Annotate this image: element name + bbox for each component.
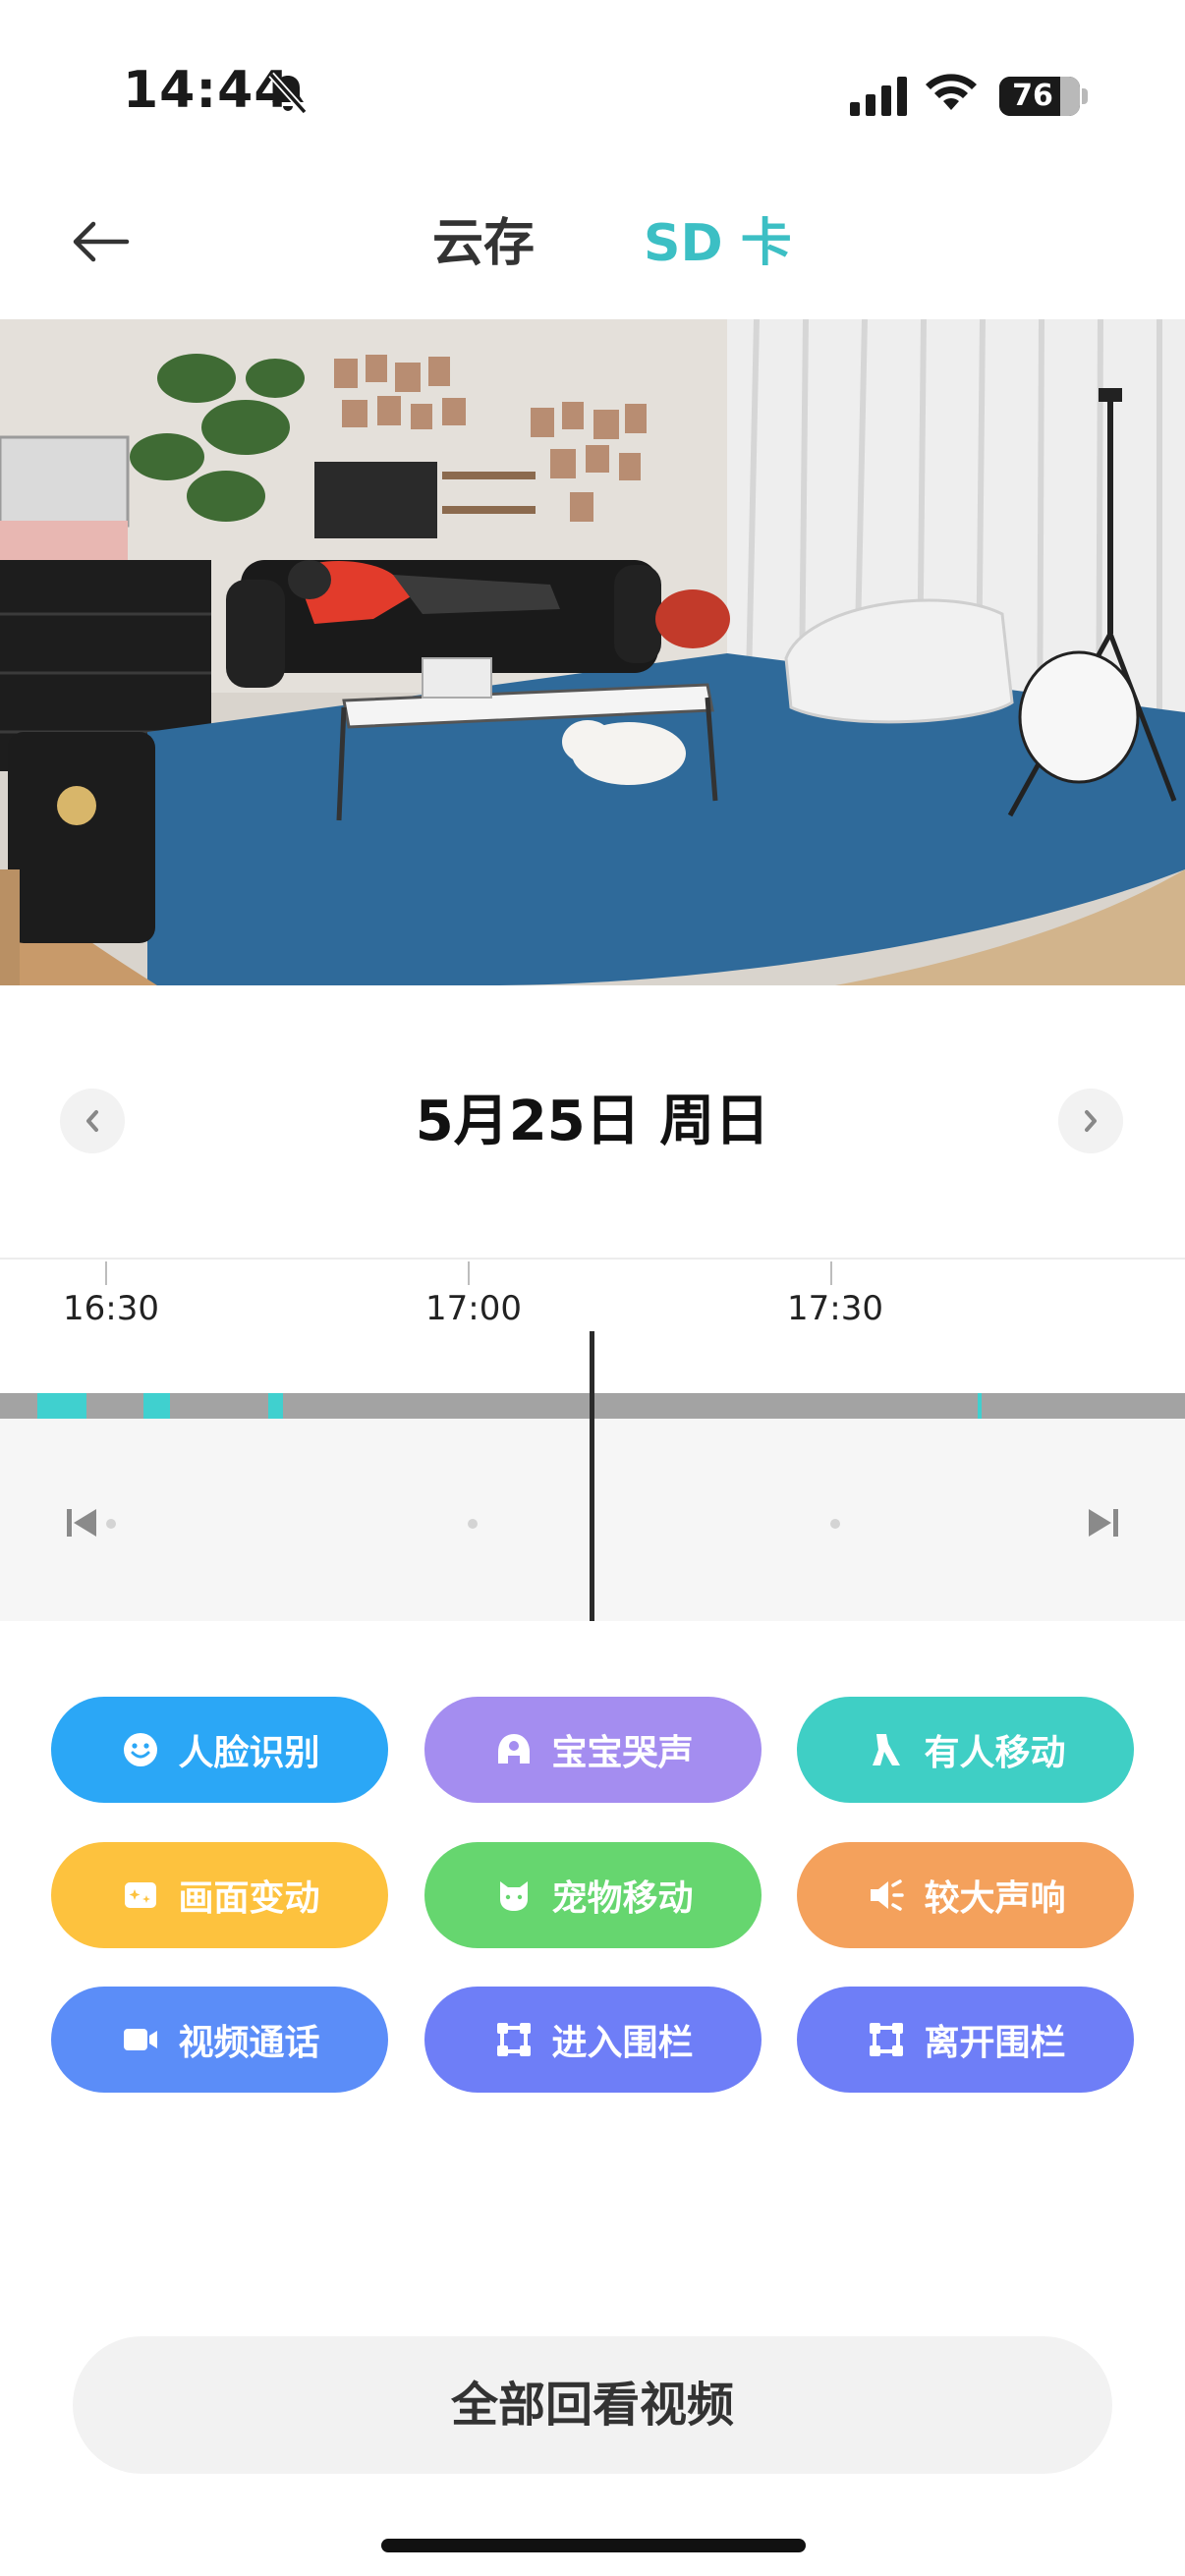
video-call-icon	[119, 2018, 162, 2061]
timeline-dot	[468, 1519, 478, 1529]
chip-label: 宠物移动	[551, 1878, 694, 1919]
replay-all-button[interactable]: 全部回看视频	[73, 2336, 1112, 2474]
battery-nub	[1082, 88, 1088, 104]
bell-off-icon	[268, 72, 308, 115]
chip-fence-enter[interactable]: 进入围栏	[424, 1987, 762, 2093]
chip-label: 人脸识别	[178, 1733, 320, 1773]
cellular-signal-icon	[850, 77, 907, 116]
skip-next-icon[interactable]	[1083, 1503, 1122, 1542]
fence-leave-icon	[865, 2018, 908, 2061]
chip-pet-moving[interactable]: 宠物移动	[424, 1842, 762, 1948]
chip-label: 视频通话	[178, 2023, 320, 2063]
date-label: 5月25日 周日	[415, 1090, 770, 1153]
loud-sound-icon	[865, 1874, 908, 1917]
tick-mark	[830, 1261, 832, 1285]
person-moving-icon	[865, 1728, 908, 1771]
face-icon	[119, 1728, 162, 1771]
chip-label: 离开围栏	[924, 2023, 1066, 2063]
tick-label: 17:30	[787, 1289, 883, 1328]
skip-previous-icon[interactable]	[63, 1503, 102, 1542]
chip-face-recognition[interactable]: 人脸识别	[51, 1697, 388, 1803]
tab-sd-card[interactable]: SD 卡	[644, 208, 792, 279]
home-indicator	[381, 2539, 806, 2552]
next-day-button[interactable]	[1058, 1089, 1123, 1153]
chip-image-change[interactable]: 画面变动	[51, 1842, 388, 1948]
chip-fence-leave[interactable]: 离开围栏	[797, 1987, 1134, 2093]
chip-label: 进入围栏	[551, 2023, 694, 2063]
tick-label: 16:30	[63, 1289, 159, 1328]
arrow-left-icon	[73, 221, 130, 262]
chip-label: 较大声响	[924, 1878, 1066, 1919]
chip-label: 画面变动	[178, 1878, 320, 1919]
camera-frame-image	[0, 319, 1185, 985]
timeline[interactable]: 16:30 17:00 17:30	[0, 1258, 1185, 1621]
chip-person-moving[interactable]: 有人移动	[797, 1697, 1134, 1803]
tick-label: 17:00	[425, 1289, 522, 1328]
previous-day-button[interactable]	[60, 1089, 125, 1153]
event-segment[interactable]	[978, 1393, 982, 1419]
chevron-left-icon	[86, 1110, 98, 1132]
chip-baby-cry[interactable]: 宝宝哭声	[424, 1697, 762, 1803]
tick-mark	[105, 1261, 107, 1285]
image-change-icon	[119, 1874, 162, 1917]
timeline-dot	[830, 1519, 840, 1529]
chip-label: 宝宝哭声	[551, 1733, 694, 1773]
chip-label: 有人移动	[924, 1733, 1066, 1773]
event-segment[interactable]	[37, 1393, 86, 1419]
fence-enter-icon	[492, 2018, 536, 2061]
battery-indicator: 76	[999, 77, 1080, 116]
pet-icon	[492, 1874, 536, 1917]
chip-video-call[interactable]: 视频通话	[51, 1987, 388, 2093]
status-bar: 14:44 76	[0, 0, 1185, 187]
tab-cloud[interactable]: 云存	[432, 208, 535, 279]
chevron-right-icon	[1085, 1110, 1097, 1132]
event-segment[interactable]	[143, 1393, 170, 1419]
chip-loud-sound[interactable]: 较大声响	[797, 1842, 1134, 1948]
timeline-dot	[106, 1519, 116, 1529]
back-button[interactable]	[61, 206, 140, 277]
tick-mark	[468, 1261, 470, 1285]
baby-icon	[492, 1728, 536, 1771]
battery-level: 76	[1012, 79, 1053, 113]
wifi-icon	[926, 74, 977, 110]
camera-video-player[interactable]	[0, 319, 1185, 985]
event-segment[interactable]	[268, 1393, 283, 1419]
playhead[interactable]	[590, 1331, 594, 1621]
